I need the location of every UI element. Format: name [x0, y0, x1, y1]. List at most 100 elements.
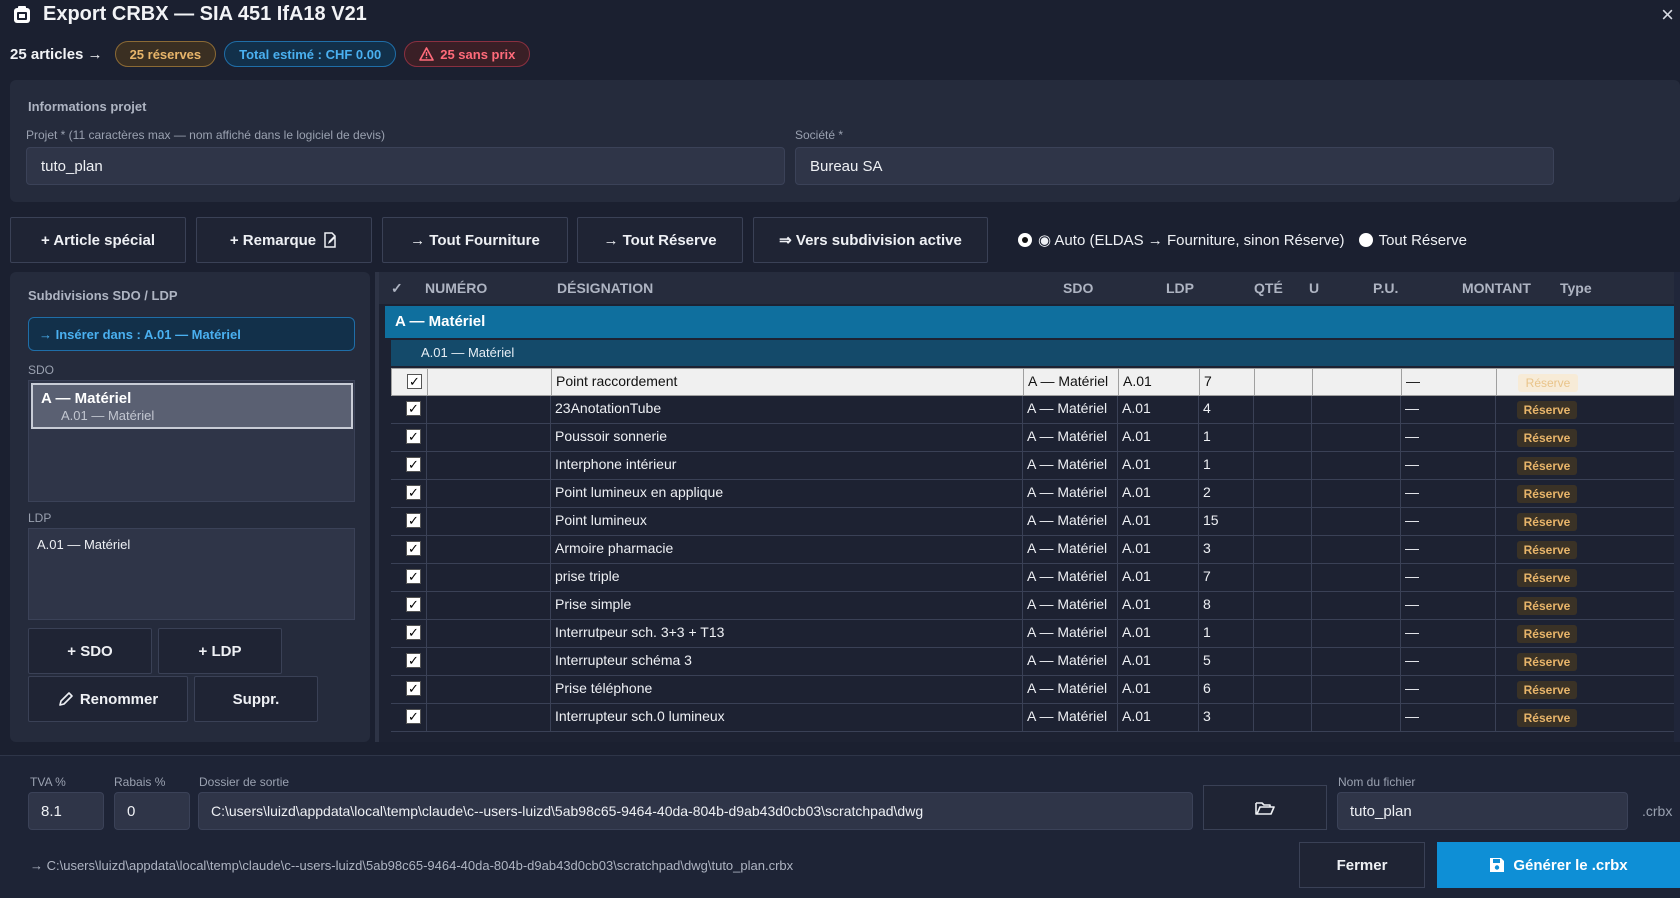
- delete-button[interactable]: Suppr.: [194, 676, 318, 722]
- cell-ldp[interactable]: A.01: [1117, 508, 1198, 535]
- col-u[interactable]: U: [1309, 280, 1319, 296]
- cell-sdo[interactable]: A — Matériel: [1022, 564, 1117, 591]
- cell-numero[interactable]: [426, 536, 550, 563]
- type-badge[interactable]: Réserve: [1517, 485, 1577, 503]
- row-checkbox[interactable]: ✓: [406, 681, 421, 696]
- cell-designation[interactable]: prise triple: [550, 564, 1022, 591]
- cell-pu[interactable]: [1311, 396, 1400, 423]
- col-check[interactable]: ✓: [391, 280, 403, 297]
- type-badge[interactable]: Réserve: [1517, 569, 1577, 587]
- table-row[interactable]: ✓ Interrupteur schéma 3A — Matériel A.01 5 —…: [391, 648, 1680, 676]
- cell-pu[interactable]: [1311, 704, 1400, 731]
- cell-ldp[interactable]: A.01: [1118, 369, 1199, 396]
- table-row[interactable]: ✓ Point raccordement A — Matériel A.01 7 — Rés…: [391, 368, 1680, 396]
- cell-u[interactable]: [1253, 452, 1311, 479]
- cell-u[interactable]: [1253, 676, 1311, 703]
- radio-auto[interactable]: [1018, 233, 1032, 247]
- table-row[interactable]: ✓ Interrupteur sch.0 lumineux A — Matériel…: [391, 704, 1680, 732]
- type-badge[interactable]: Réserve: [1517, 597, 1577, 615]
- cell-sdo[interactable]: A — Matériel: [1022, 704, 1117, 731]
- col-type[interactable]: Type: [1560, 280, 1592, 296]
- cell-u[interactable]: [1253, 480, 1311, 507]
- cell-qte[interactable]: 6: [1198, 676, 1253, 703]
- cell-designation[interactable]: Interrupteur sch.0 lumineux: [550, 704, 1022, 731]
- cell-designation[interactable]: Point raccordement: [551, 369, 1023, 396]
- cell-designation[interactable]: Interrupteur schéma 3: [550, 648, 1022, 675]
- cell-sdo[interactable]: A — Matériel: [1022, 508, 1117, 535]
- cell-montant[interactable]: —: [1400, 704, 1495, 731]
- cell-ldp[interactable]: A.01: [1117, 704, 1198, 731]
- row-checkbox[interactable]: ✓: [406, 569, 421, 584]
- cell-ldp[interactable]: A.01: [1117, 592, 1198, 619]
- cell-sdo[interactable]: A — Matériel: [1022, 536, 1117, 563]
- col-qte[interactable]: QTÉ: [1254, 280, 1283, 296]
- col-ldp[interactable]: LDP: [1166, 280, 1194, 296]
- row-checkbox[interactable]: ✓: [406, 401, 421, 416]
- to-active-subdivision-button[interactable]: ⇒ Vers subdivision active: [753, 217, 988, 263]
- cell-montant[interactable]: —: [1400, 620, 1495, 647]
- cell-designation[interactable]: Armoire pharmacie: [550, 536, 1022, 563]
- cell-designation[interactable]: Point lumineux: [550, 508, 1022, 535]
- row-checkbox[interactable]: ✓: [406, 457, 421, 472]
- cell-qte[interactable]: 5: [1198, 648, 1253, 675]
- cell-pu[interactable]: [1311, 508, 1400, 535]
- cell-sdo[interactable]: A — Matériel: [1022, 424, 1117, 451]
- cell-qte[interactable]: 3: [1198, 536, 1253, 563]
- row-checkbox[interactable]: ✓: [406, 513, 421, 528]
- row-checkbox[interactable]: ✓: [406, 709, 421, 724]
- cell-montant[interactable]: —: [1400, 452, 1495, 479]
- cell-pu[interactable]: [1311, 676, 1400, 703]
- cell-qte[interactable]: 8: [1198, 592, 1253, 619]
- cell-numero[interactable]: [426, 592, 550, 619]
- type-badge[interactable]: Réserve: [1517, 653, 1577, 671]
- cell-montant[interactable]: —: [1400, 396, 1495, 423]
- all-supply-button[interactable]: → Tout Fourniture: [382, 217, 568, 263]
- cell-pu[interactable]: [1311, 592, 1400, 619]
- col-sdo[interactable]: SDO: [1063, 280, 1093, 296]
- cell-qte[interactable]: 1: [1198, 424, 1253, 451]
- cell-u[interactable]: [1253, 704, 1311, 731]
- type-badge[interactable]: Réserve: [1517, 541, 1577, 559]
- cell-montant[interactable]: —: [1401, 369, 1496, 396]
- cell-montant[interactable]: —: [1400, 508, 1495, 535]
- table-row[interactable]: ✓ prise triple A — Matériel A.01 7 — Réserve: [391, 564, 1680, 592]
- browse-folder-button[interactable]: [1203, 785, 1327, 830]
- cell-sdo[interactable]: A — Matériel: [1022, 676, 1117, 703]
- table-row[interactable]: ✓ Prise simple A — Matériel A.01 8 — Réserve: [391, 592, 1680, 620]
- cell-pu[interactable]: [1311, 620, 1400, 647]
- cell-ldp[interactable]: A.01: [1117, 648, 1198, 675]
- cell-u[interactable]: [1253, 508, 1311, 535]
- cell-pu[interactable]: [1312, 369, 1401, 396]
- cell-designation[interactable]: Poussoir sonnerie: [550, 424, 1022, 451]
- cell-montant[interactable]: —: [1400, 564, 1495, 591]
- all-reserve-button[interactable]: → Tout Réserve: [577, 217, 743, 263]
- type-badge[interactable]: Réserve: [1518, 374, 1578, 392]
- cell-numero[interactable]: [426, 508, 550, 535]
- cell-qte[interactable]: 4: [1198, 396, 1253, 423]
- cell-qte[interactable]: 15: [1198, 508, 1253, 535]
- group-row[interactable]: A — Matériel: [385, 306, 1680, 338]
- cell-pu[interactable]: [1311, 480, 1400, 507]
- cell-numero[interactable]: [426, 424, 550, 451]
- cell-ldp[interactable]: A.01: [1117, 424, 1198, 451]
- table-row[interactable]: ✓ Prise téléphone A — Matériel A.01 6 — Réserv…: [391, 676, 1680, 704]
- cell-sdo[interactable]: A — Matériel: [1022, 592, 1117, 619]
- cell-numero[interactable]: [426, 480, 550, 507]
- cell-designation[interactable]: Interphone intérieur: [550, 452, 1022, 479]
- row-checkbox[interactable]: ✓: [407, 374, 422, 389]
- cell-ldp[interactable]: A.01: [1117, 452, 1198, 479]
- ldp-list[interactable]: A.01 — Matériel: [28, 528, 355, 620]
- cell-sdo[interactable]: A — Matériel: [1022, 620, 1117, 647]
- table-scrollbar[interactable]: [1674, 272, 1680, 742]
- table-row[interactable]: ✓ Point lumineux en applique A — Matériel A…: [391, 480, 1680, 508]
- cell-pu[interactable]: [1311, 564, 1400, 591]
- cell-u[interactable]: [1253, 396, 1311, 423]
- cell-designation[interactable]: 23AnotationTube: [550, 396, 1022, 423]
- cell-montant[interactable]: —: [1400, 648, 1495, 675]
- close-icon[interactable]: ×: [1661, 2, 1674, 28]
- col-pu[interactable]: P.U.: [1373, 280, 1398, 296]
- cell-u[interactable]: [1253, 536, 1311, 563]
- cell-montant[interactable]: —: [1400, 480, 1495, 507]
- type-badge[interactable]: Réserve: [1517, 681, 1577, 699]
- cell-qte[interactable]: 2: [1198, 480, 1253, 507]
